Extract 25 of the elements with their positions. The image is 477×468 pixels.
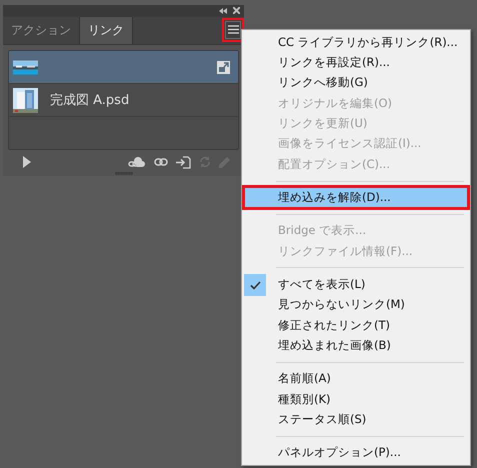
menu-item[interactable]: すべてを表示(L) xyxy=(244,274,468,295)
menu-item[interactable]: パネルオプション(P)... xyxy=(244,442,468,464)
menu-item[interactable]: 埋め込まれた画像(B) xyxy=(244,335,468,356)
collapse-icon[interactable] xyxy=(219,8,227,14)
link-row[interactable] xyxy=(9,51,238,84)
menu-item[interactable]: 修正されたリンク(T) xyxy=(244,315,468,336)
menu-item[interactable]: 種類別(K) xyxy=(244,389,468,410)
menu-item[interactable]: 名前順(A) xyxy=(244,368,468,390)
menu-item[interactable]: ステータス順(S) xyxy=(244,409,468,430)
link-icon[interactable] xyxy=(154,158,168,166)
menu-item[interactable]: 埋め込みを解除(D)... xyxy=(244,187,468,208)
menu-button[interactable] xyxy=(225,20,241,39)
menu-item[interactable]: 見つからないリンク(M) xyxy=(244,294,468,316)
close-icon[interactable] xyxy=(233,7,240,14)
menu-item[interactable]: リンクへ移動(G) xyxy=(244,72,468,94)
resize-grip-icon[interactable] xyxy=(114,172,132,175)
tab[interactable]: リンク xyxy=(80,16,133,44)
file-name: 完成図 A.psd xyxy=(50,92,130,110)
cloud-link-icon[interactable] xyxy=(128,156,146,168)
link-row[interactable]: 完成図 A.psd xyxy=(9,84,238,118)
menu-item[interactable]: CC ライブラリから再リンク(R)... xyxy=(244,32,468,52)
menu-icon xyxy=(228,25,238,34)
play-icon[interactable] xyxy=(23,156,31,168)
place-icon[interactable] xyxy=(176,156,191,169)
menu-item[interactable]: リンクを再設定(R)... xyxy=(244,52,468,73)
